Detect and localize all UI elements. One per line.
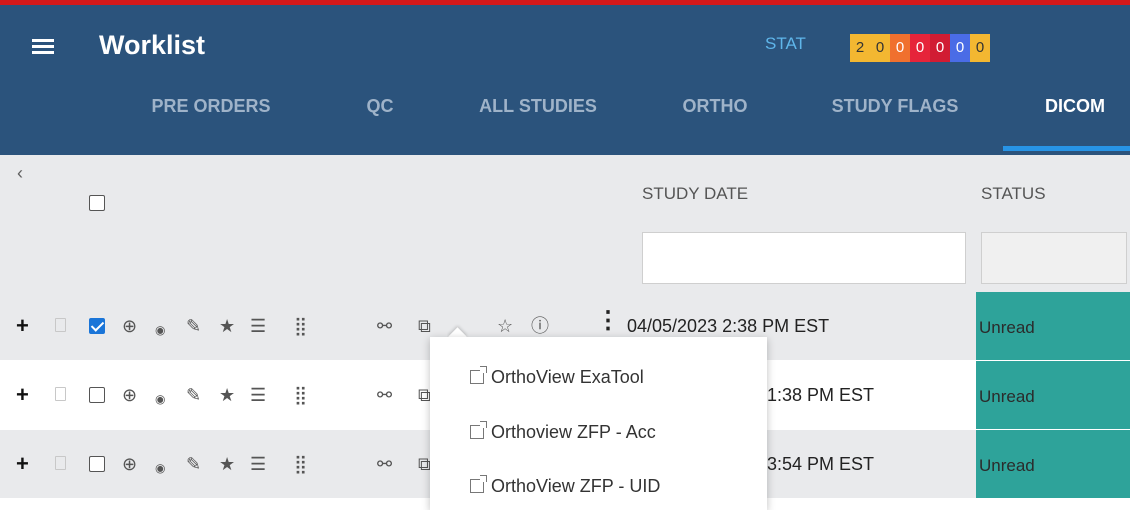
stat-count[interactable]: 2 bbox=[850, 34, 870, 62]
row-checkbox[interactable] bbox=[89, 456, 105, 472]
link-icon[interactable]: ⚯ bbox=[377, 315, 392, 337]
report-icon[interactable]: ☰ bbox=[250, 384, 266, 406]
tab-pre-orders[interactable]: PRE ORDERS bbox=[136, 86, 286, 150]
grid-icon[interactable]: ⣿ bbox=[294, 453, 307, 475]
external-link-icon bbox=[470, 475, 487, 493]
expand-row-icon[interactable]: + bbox=[16, 313, 29, 339]
globe-icon[interactable]: ⊕ bbox=[122, 384, 137, 406]
star-icon[interactable]: ★ bbox=[219, 453, 235, 475]
globe-icon[interactable]: ⊕ bbox=[122, 453, 137, 475]
tab-study-flags[interactable]: STUDY FLAGS bbox=[810, 86, 980, 150]
menu-item-orthoview-zfp-acc[interactable]: Orthoview ZFP - Acc bbox=[470, 421, 656, 443]
row-checkbox[interactable] bbox=[89, 318, 105, 334]
more-vertical-icon[interactable]: ⋮ bbox=[596, 309, 620, 333]
column-header-status[interactable]: STATUS bbox=[981, 184, 1046, 204]
eye-icon[interactable]: ◉ bbox=[155, 319, 165, 341]
study-date-cell: 04/05/2023 2:38 PM EST bbox=[627, 316, 830, 336]
document-icon bbox=[55, 318, 66, 332]
tab-qc[interactable]: QC bbox=[350, 86, 410, 150]
menu-item-orthoview-zfp-uid[interactable]: OrthoView ZFP - UID bbox=[470, 475, 660, 497]
grid-icon[interactable]: ⣿ bbox=[294, 384, 307, 406]
report-icon[interactable]: ☰ bbox=[250, 453, 266, 475]
star-outline-icon[interactable]: ☆ bbox=[497, 315, 513, 337]
stat-count[interactable]: 0 bbox=[870, 34, 890, 62]
study-date-filter-input[interactable] bbox=[642, 232, 966, 284]
chevron-left-icon[interactable]: ‹ bbox=[17, 163, 23, 184]
status-text: Unread bbox=[979, 456, 1035, 475]
active-tab-indicator bbox=[1003, 146, 1130, 151]
hamburger-icon[interactable] bbox=[32, 39, 54, 55]
external-apps-popup: OrthoView ExaTool Orthoview ZFP - Acc Or… bbox=[430, 337, 767, 510]
grid-icon[interactable]: ⣿ bbox=[294, 315, 307, 337]
status-text: Unread bbox=[979, 387, 1035, 406]
expand-row-icon[interactable]: + bbox=[16, 451, 29, 477]
stat-count[interactable]: 0 bbox=[890, 34, 910, 62]
document-icon bbox=[55, 456, 66, 470]
stat-label: STAT bbox=[765, 34, 806, 53]
link-icon[interactable]: ⚯ bbox=[377, 453, 392, 475]
stat-count[interactable]: 0 bbox=[970, 34, 990, 62]
tab-dicom[interactable]: DICOM bbox=[1025, 86, 1125, 150]
eye-icon[interactable]: ◉ bbox=[155, 457, 165, 479]
star-icon[interactable]: ★ bbox=[219, 384, 235, 406]
column-header-study-date[interactable]: STUDY DATE bbox=[642, 184, 748, 204]
external-link-icon bbox=[470, 366, 487, 384]
document-icon bbox=[55, 387, 66, 401]
study-date-cell: 1:38 PM EST bbox=[767, 385, 875, 405]
row-checkbox[interactable] bbox=[89, 387, 105, 403]
status-filter-input[interactable] bbox=[981, 232, 1127, 284]
page-title: Worklist bbox=[99, 30, 206, 60]
stat-count[interactable]: 0 bbox=[930, 34, 950, 62]
info-icon[interactable]: ⓘ bbox=[531, 315, 549, 337]
stat-count[interactable]: 0 bbox=[950, 34, 970, 62]
external-link-icon bbox=[470, 421, 487, 439]
stat-counts: 2000000 bbox=[850, 34, 990, 62]
status-cell: Unread bbox=[976, 430, 1130, 498]
stat-count[interactable]: 0 bbox=[910, 34, 930, 62]
pencil-icon[interactable]: ✎ bbox=[186, 315, 201, 337]
star-icon[interactable]: ★ bbox=[219, 315, 235, 337]
tab-all-studies[interactable]: ALL STUDIES bbox=[458, 86, 618, 150]
worklist-tabs: PRE ORDERS QC ALL STUDIES ORTHO STUDY FL… bbox=[0, 86, 1130, 150]
pencil-icon[interactable]: ✎ bbox=[186, 384, 201, 406]
status-cell: Unread bbox=[976, 292, 1130, 360]
eye-icon[interactable]: ◉ bbox=[155, 388, 165, 410]
select-all-checkbox[interactable] bbox=[89, 195, 105, 211]
menu-item-orthoview-exatool[interactable]: OrthoView ExaTool bbox=[470, 366, 644, 388]
link-icon[interactable]: ⚯ bbox=[377, 384, 392, 406]
status-text: Unread bbox=[979, 318, 1035, 337]
external-link-icon[interactable]: ⧉ bbox=[418, 384, 431, 406]
study-date-cell: 3:54 PM EST bbox=[767, 454, 875, 474]
expand-row-icon[interactable]: + bbox=[16, 382, 29, 408]
globe-icon[interactable]: ⊕ bbox=[122, 315, 137, 337]
report-icon[interactable]: ☰ bbox=[250, 315, 266, 337]
tab-ortho[interactable]: ORTHO bbox=[665, 86, 765, 150]
external-link-icon[interactable]: ⧉ bbox=[418, 315, 431, 337]
status-cell: Unread bbox=[976, 361, 1130, 429]
external-link-icon[interactable]: ⧉ bbox=[418, 453, 431, 475]
pencil-icon[interactable]: ✎ bbox=[186, 453, 201, 475]
